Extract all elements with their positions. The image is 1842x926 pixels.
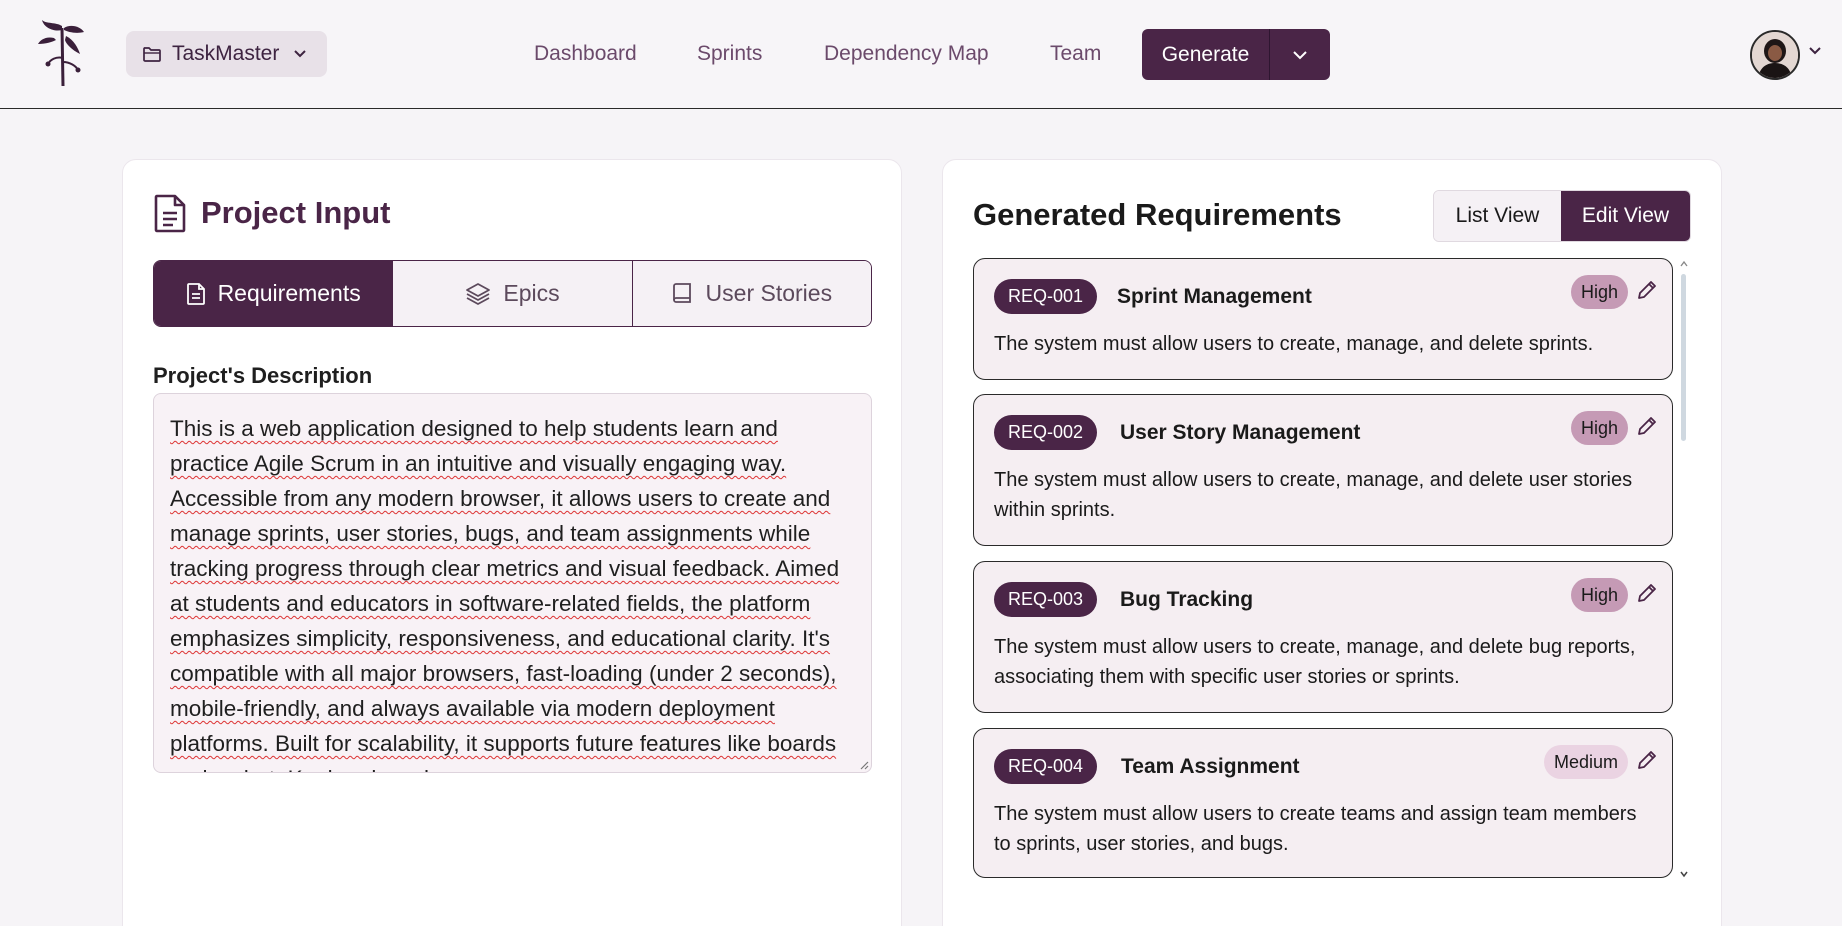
requirement-card[interactable]: REQ-004 Team Assignment Medium The syste… — [973, 728, 1673, 878]
project-selector[interactable]: TaskMaster — [126, 31, 327, 77]
scroll-up-icon[interactable] — [1679, 260, 1689, 268]
chevron-down-icon — [1293, 50, 1307, 59]
requirements-list: REQ-001 Sprint Management High The syste… — [973, 258, 1673, 878]
nav-dependency-map[interactable]: Dependency Map — [824, 42, 989, 66]
section-title: Generated Requirements — [973, 197, 1342, 232]
requirement-description: The system must allow users to create, m… — [994, 469, 1633, 521]
pencil-icon[interactable] — [1636, 582, 1658, 604]
folder-icon — [143, 47, 161, 62]
project-description-textarea[interactable]: This is a web application designed to he… — [153, 393, 872, 773]
tab-label: Requirements — [217, 280, 361, 306]
project-input-header: Project Input — [153, 193, 390, 233]
view-toggle: List View Edit View — [1433, 190, 1691, 242]
priority-badge: Medium — [1543, 745, 1628, 779]
priority-badge: High — [1570, 578, 1628, 612]
resize-handle-icon[interactable] — [857, 758, 869, 770]
chevron-down-icon — [294, 50, 307, 58]
priority-badge: High — [1570, 411, 1628, 445]
requirement-description: The system must allow users to create, m… — [994, 636, 1636, 688]
generate-options-button[interactable] — [1270, 29, 1330, 80]
requirement-title: Sprint Management — [1117, 285, 1312, 308]
user-avatar[interactable] — [1750, 30, 1800, 80]
user-photo-icon — [1752, 32, 1798, 78]
tab-label: User Stories — [705, 280, 833, 306]
requirement-id-badge: REQ-001 — [994, 279, 1098, 314]
pencil-icon[interactable] — [1636, 279, 1658, 301]
requirement-id-badge: REQ-003 — [994, 582, 1098, 617]
requirement-card[interactable]: REQ-003 Bug Tracking High The system mus… — [973, 561, 1673, 713]
page-title: Project Input — [201, 195, 391, 230]
nav-team[interactable]: Team — [1050, 42, 1101, 66]
requirements-scrollbar[interactable] — [1678, 260, 1690, 880]
requirement-title: Bug Tracking — [1120, 588, 1254, 611]
pencil-icon[interactable] — [1636, 749, 1658, 771]
document-icon — [154, 194, 186, 233]
generated-requirements-card: Generated Requirements List View Edit Vi… — [942, 159, 1722, 926]
app-logo-icon[interactable] — [36, 18, 88, 88]
top-nav-bar: TaskMaster Dashboard Sprints Dependency … — [0, 0, 1842, 109]
tab-requirements[interactable]: Requirements — [154, 261, 394, 326]
nav-dashboard[interactable]: Dashboard — [534, 42, 637, 66]
tab-epics[interactable]: Epics — [393, 261, 633, 326]
tab-label: Epics — [503, 280, 560, 306]
book-icon — [672, 282, 691, 303]
list-view-button[interactable]: List View — [1434, 191, 1561, 241]
edit-view-button[interactable]: Edit View — [1561, 191, 1690, 241]
scroll-down-icon[interactable] — [1679, 870, 1689, 878]
project-name: TaskMaster — [172, 42, 280, 65]
description-label: Project's Description — [153, 363, 373, 388]
requirement-id-badge: REQ-002 — [994, 415, 1098, 450]
project-input-card: Project Input Requirements Epics User St… — [122, 159, 902, 926]
generate-button[interactable]: Generate — [1142, 29, 1270, 80]
requirement-description: The system must allow users to create te… — [994, 803, 1637, 855]
requirement-title: Team Assignment — [1121, 755, 1300, 778]
description-text: This is a web application designed to he… — [170, 416, 840, 772]
requirement-card[interactable]: REQ-001 Sprint Management High The syste… — [973, 258, 1673, 380]
input-tabs: Requirements Epics User Stories — [153, 260, 872, 327]
requirement-description: The system must allow users to create, m… — [994, 333, 1594, 355]
pencil-icon[interactable] — [1636, 415, 1658, 437]
generate-split-button: Generate — [1142, 29, 1330, 80]
priority-badge: High — [1570, 275, 1628, 309]
nav-sprints[interactable]: Sprints — [697, 42, 762, 66]
scroll-thumb[interactable] — [1681, 274, 1686, 441]
requirement-title: User Story Management — [1120, 421, 1361, 444]
requirement-card[interactable]: REQ-002 User Story Management High The s… — [973, 394, 1673, 546]
chevron-down-icon[interactable] — [1808, 46, 1822, 56]
layers-icon — [466, 282, 491, 305]
document-icon — [186, 282, 205, 305]
tab-user-stories[interactable]: User Stories — [632, 261, 871, 326]
requirement-id-badge: REQ-004 — [994, 749, 1098, 784]
